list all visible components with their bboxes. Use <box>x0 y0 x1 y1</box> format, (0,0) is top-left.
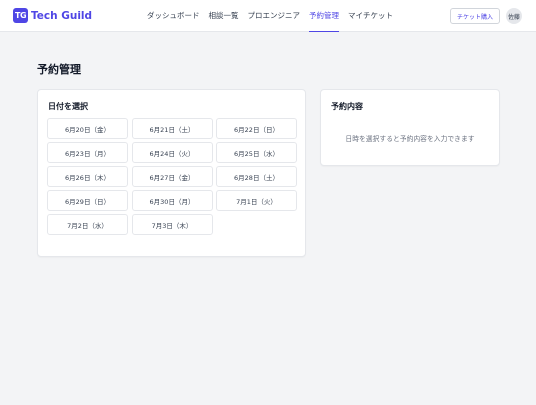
page-title: 予約管理 <box>37 63 81 76</box>
nav-dashboard[interactable]: ダッシュボード <box>147 0 200 32</box>
user-avatar[interactable]: 佐藤 <box>506 8 522 24</box>
date-button[interactable]: 7月1日（火） <box>216 190 297 211</box>
date-button[interactable]: 6月25日（水） <box>216 142 297 163</box>
date-button[interactable]: 7月2日（水） <box>47 214 128 235</box>
date-button[interactable]: 6月26日（木） <box>47 166 128 187</box>
main-nav: ダッシュボード 相談一覧 プロエンジニア 予約管理 マイチケット <box>147 0 402 32</box>
nav-pro-engineers[interactable]: プロエンジニア <box>248 0 301 32</box>
logo-text: Tech Guild <box>31 9 93 22</box>
detail-placeholder-text: 日時を選択すると予約内容を入力できます <box>345 135 475 143</box>
date-button[interactable]: 6月29日（日） <box>47 190 128 211</box>
logo[interactable]: TG Tech Guild <box>13 8 92 23</box>
date-button[interactable]: 6月24日（火） <box>131 142 213 163</box>
nav-my-tickets[interactable]: マイチケット <box>348 0 393 32</box>
reservation-detail-card: 予約内容 日時を選択すると予約内容を入力できます <box>320 89 500 166</box>
date-button[interactable]: 6月27日（金） <box>131 166 213 187</box>
nav-reservations[interactable]: 予約管理 <box>309 0 339 32</box>
detail-card-title: 予約内容 <box>331 102 363 111</box>
date-button[interactable]: 6月20日（金） <box>47 118 128 139</box>
date-button[interactable]: 6月22日（日） <box>216 118 297 139</box>
date-button[interactable]: 6月23日（月） <box>47 142 128 163</box>
date-button[interactable]: 6月30日（月） <box>131 190 213 211</box>
top-header: TG Tech Guild ダッシュボード 相談一覧 プロエンジニア 予約管理 … <box>0 0 536 32</box>
date-card-title: 日付を選択 <box>48 102 88 111</box>
nav-consultations[interactable]: 相談一覧 <box>209 0 239 32</box>
date-grid: 6月20日（金） 6月21日（土） 6月22日（日） 6月23日（月） 6月24… <box>47 118 297 235</box>
date-button[interactable]: 6月28日（土） <box>216 166 297 187</box>
logo-mark: TG <box>13 8 28 23</box>
date-select-card: 日付を選択 6月20日（金） 6月21日（土） 6月22日（日） 6月23日（月… <box>37 89 306 257</box>
buy-ticket-button[interactable]: チケット購入 <box>450 8 500 24</box>
date-button[interactable]: 6月21日（土） <box>131 118 213 139</box>
date-button[interactable]: 7月3日（木） <box>131 214 213 235</box>
